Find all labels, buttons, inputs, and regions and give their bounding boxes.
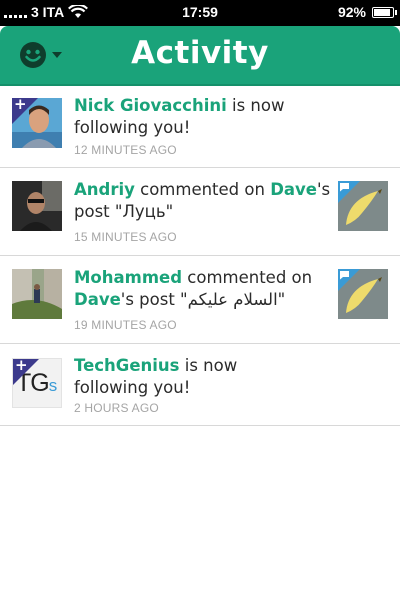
logo-sub: s xyxy=(48,376,57,395)
avatar[interactable]: TGs + xyxy=(12,358,62,408)
activity-text: Mohammed commented on Dave's post "السلا… xyxy=(74,267,334,311)
activity-text: Andriy commented on Dave's post "Луць" xyxy=(74,179,334,223)
user-link[interactable]: TechGenius xyxy=(74,356,180,375)
user-link[interactable]: Andriy xyxy=(74,180,135,199)
activity-text: Nick Giovacchini is now following you! xyxy=(74,95,294,139)
activity-message: commented on xyxy=(134,180,271,199)
avatar[interactable] xyxy=(12,269,62,319)
user-link[interactable]: Nick Giovacchini xyxy=(74,96,227,115)
timestamp: 15 MINUTES AGO xyxy=(74,230,177,244)
list-item[interactable]: Andriy commented on Dave's post "Луць" 1… xyxy=(0,168,400,256)
activity-list: + Nick Giovacchini is now following you!… xyxy=(0,82,400,426)
post-owner-link[interactable]: Dave xyxy=(270,180,317,199)
list-item[interactable]: + Nick Giovacchini is now following you!… xyxy=(0,82,400,168)
battery-fill xyxy=(374,8,390,16)
user-photo xyxy=(12,269,62,319)
timestamp: 12 MINUTES AGO xyxy=(74,143,177,157)
post-thumbnail[interactable] xyxy=(338,181,388,231)
post-owner-link[interactable]: Dave xyxy=(74,290,121,309)
header-bar: Activity xyxy=(0,26,400,86)
avatar[interactable] xyxy=(12,181,62,231)
page-title: Activity xyxy=(131,35,269,71)
list-item[interactable]: TGs + TechGenius is now following you! 2… xyxy=(0,344,400,426)
post-thumbnail[interactable] xyxy=(338,269,388,319)
user-photo xyxy=(12,181,62,231)
timestamp: 19 MINUTES AGO xyxy=(74,318,177,332)
battery-icon xyxy=(372,6,397,18)
activity-message: commented on xyxy=(182,268,313,287)
status-right: 92% xyxy=(337,4,397,20)
activity-text: TechGenius is now following you! xyxy=(74,355,314,399)
list-item[interactable]: Mohammed commented on Dave's post "السلا… xyxy=(0,256,400,344)
user-link[interactable]: Mohammed xyxy=(74,268,182,287)
activity-message-end: 's post "السلام عليكم" xyxy=(120,290,286,309)
timestamp: 2 HOURS AGO xyxy=(74,401,159,415)
battery-percent: 92% xyxy=(337,4,366,20)
avatar[interactable]: + xyxy=(12,98,62,148)
status-bar: 3 ITA 17:59 92% xyxy=(0,0,400,26)
